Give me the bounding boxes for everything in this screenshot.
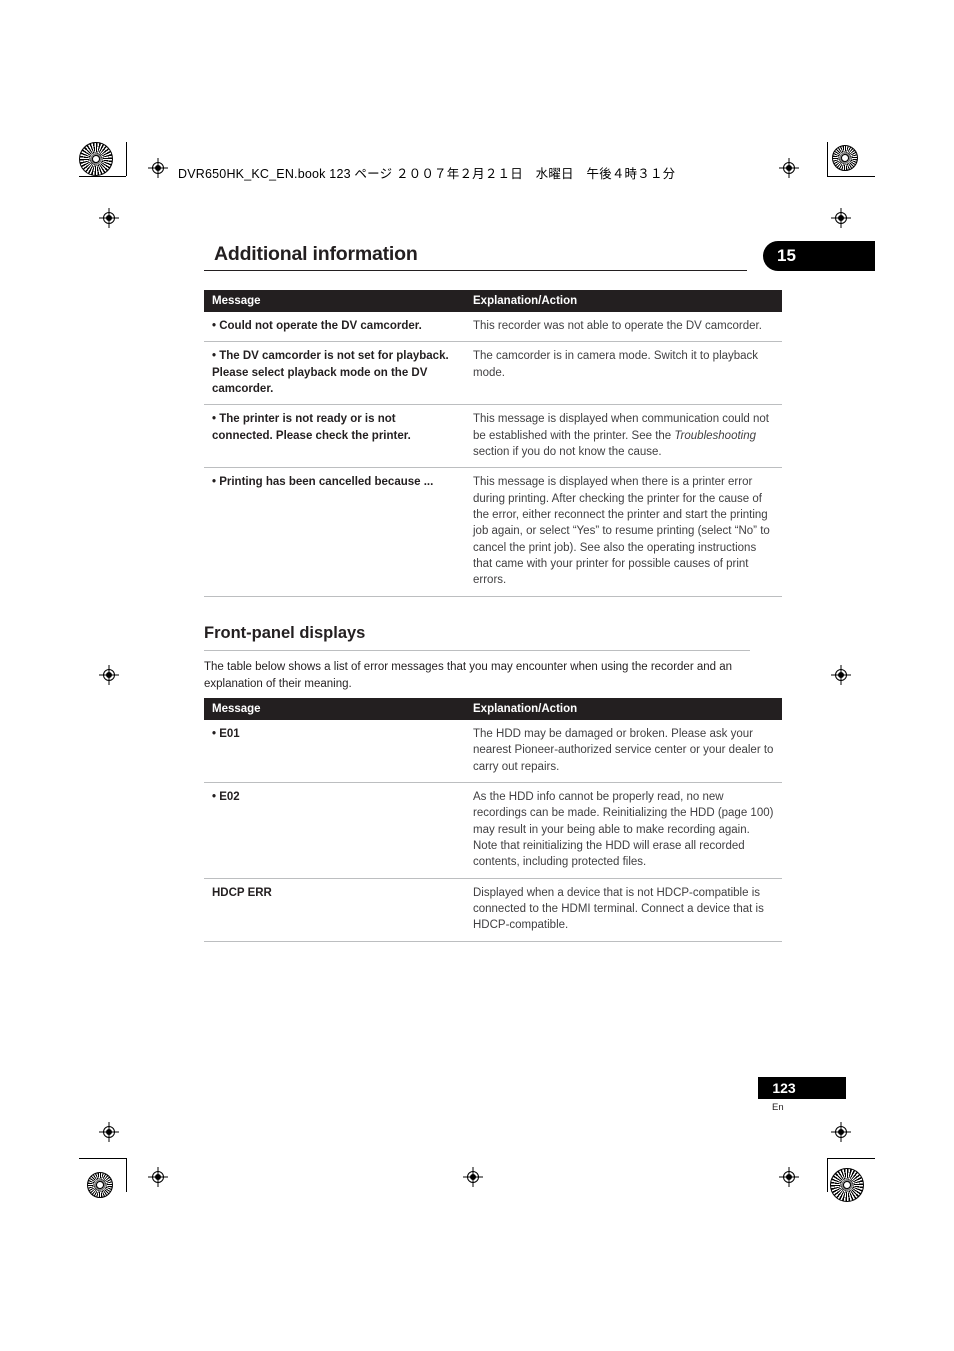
cell-message: • E02 <box>204 782 465 879</box>
cell-explanation: This recorder was not able to operate th… <box>465 312 782 343</box>
cell-explanation: This message is displayed when communica… <box>465 404 782 469</box>
column-header-message: Message <box>204 290 465 312</box>
registration-crosshair-right-upper <box>831 208 851 228</box>
cell-explanation: Displayed when a device that is not HDCP… <box>465 878 782 942</box>
cell-explanation: The camcorder is in camera mode. Switch … <box>465 341 782 406</box>
registration-starburst-bottom-left <box>87 1172 113 1198</box>
registration-crosshair-top-left <box>148 158 168 178</box>
page-number: 123 <box>772 1080 796 1096</box>
section-heading: Front-panel displays <box>204 624 366 642</box>
section-heading-rule <box>204 650 750 651</box>
registration-crosshair-left-middle <box>99 665 119 685</box>
crop-rule-top-right-vertical <box>827 142 828 176</box>
table-row: • E01 The HDD may be damaged or broken. … <box>204 720 782 783</box>
table-row: HDCP ERR Displayed when a device that is… <box>204 878 782 942</box>
cell-message: • The printer is not ready or is not con… <box>204 404 465 469</box>
cell-message: • The DV camcorder is not set for playba… <box>204 341 465 406</box>
page-title: Additional information <box>214 243 418 265</box>
cell-message: • Printing has been cancelled because ..… <box>204 467 465 597</box>
registration-crosshair-top-right <box>779 158 799 178</box>
registration-crosshair-bottom-left <box>148 1167 168 1187</box>
cell-explanation: This message is displayed when there is … <box>465 467 782 597</box>
registration-crosshair-bottom-center <box>463 1167 483 1187</box>
table-row: • The DV camcorder is not set for playba… <box>204 341 782 406</box>
column-header-explanation: Explanation/Action <box>465 698 782 720</box>
chapter-number: 15 <box>777 246 796 265</box>
registration-crosshair-right-middle <box>831 665 851 685</box>
registration-crosshair-left-upper <box>99 208 119 228</box>
crop-rule-top-right-horizontal <box>827 176 875 177</box>
cell-explanation: As the HDD info cannot be properly read,… <box>465 782 782 879</box>
registration-crosshair-right-lower <box>831 1122 851 1142</box>
table-header-row: Message Explanation/Action <box>204 698 782 720</box>
crop-rule-bottom-left-horizontal <box>79 1158 126 1159</box>
section-paragraph: The table below shows a list of error me… <box>204 661 733 690</box>
registration-starburst-top-right <box>832 145 858 171</box>
column-header-message: Message <box>204 698 465 720</box>
crop-rule-bottom-right-horizontal <box>827 1158 875 1159</box>
registration-crosshair-bottom-right <box>779 1167 799 1187</box>
book-file-header: DVR650HK_KC_EN.book 123 ページ ２００７年２月２１日 水… <box>178 167 676 181</box>
error-message-table-top: Message Explanation/Action • Could not o… <box>204 290 782 597</box>
column-header-explanation: Explanation/Action <box>465 290 782 312</box>
table-header-row: Message Explanation/Action <box>204 290 782 312</box>
registration-starburst-bottom-right <box>830 1168 864 1202</box>
crop-rule-top-left-horizontal <box>79 176 126 177</box>
registration-starburst-top-left <box>79 142 113 176</box>
language-code: En <box>772 1102 784 1113</box>
cell-message: HDCP ERR <box>204 878 465 942</box>
crop-rule-bottom-left-vertical <box>126 1158 127 1192</box>
cell-message: • Could not operate the DV camcorder. <box>204 312 465 343</box>
table-row: • The printer is not ready or is not con… <box>204 404 782 469</box>
crop-rule-bottom-right-vertical <box>827 1158 828 1192</box>
explanation-text-italic: Troubleshooting <box>674 429 757 442</box>
cell-explanation: The HDD may be damaged or broken. Please… <box>465 720 782 783</box>
table-row: • Could not operate the DV camcorder. Th… <box>204 312 782 343</box>
table-row: • E02 As the HDD info cannot be properly… <box>204 782 782 879</box>
registration-crosshair-left-lower <box>99 1122 119 1142</box>
error-message-table-bottom: Message Explanation/Action • E01 The HDD… <box>204 698 782 942</box>
explanation-text-post: section if you do not know the cause. <box>473 445 662 458</box>
cell-message: • E01 <box>204 720 465 783</box>
table-row: • Printing has been cancelled because ..… <box>204 467 782 597</box>
crop-rule-top-left-vertical <box>126 142 127 176</box>
